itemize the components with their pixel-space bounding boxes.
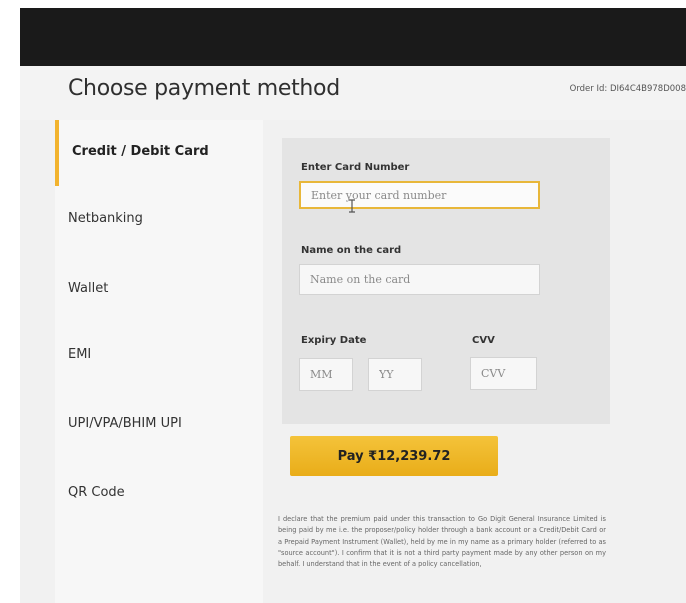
card-number-label: Enter Card Number: [301, 162, 410, 173]
sidebar-item-qr-code[interactable]: QR Code: [55, 461, 263, 527]
payment-method-sidebar: Credit / Debit Card Netbanking Wallet EM…: [55, 120, 263, 603]
sidebar-item-credit-debit-card[interactable]: Credit / Debit Card: [55, 120, 263, 186]
page-title: Choose payment method: [68, 76, 340, 101]
sidebar-item-upi[interactable]: UPI/VPA/BHIM UPI: [55, 392, 263, 458]
sidebar-item-label: UPI/VPA/BHIM UPI: [68, 416, 182, 431]
card-form-panel: Enter Card Number Name on the card Expir…: [282, 138, 610, 424]
payment-declaration: I declare that the premium paid under th…: [278, 515, 606, 569]
sidebar-item-emi[interactable]: EMI: [55, 323, 263, 389]
expiry-date-label: Expiry Date: [301, 335, 367, 346]
cvv-input[interactable]: [470, 357, 537, 390]
expiry-year-input[interactable]: [368, 358, 422, 391]
sidebar-item-label: Wallet: [68, 281, 109, 296]
cvv-label: CVV: [472, 335, 495, 346]
sidebar-item-netbanking[interactable]: Netbanking: [55, 187, 263, 253]
page-header: Choose payment method Order Id: DI64C4B9…: [20, 66, 686, 120]
top-black-bar: [20, 8, 686, 66]
expiry-month-input[interactable]: [299, 358, 353, 391]
sidebar-item-label: Credit / Debit Card: [72, 144, 209, 159]
text-cursor-icon: [349, 199, 355, 213]
sidebar-item-label: QR Code: [68, 485, 125, 500]
card-number-input[interactable]: [299, 181, 540, 209]
order-id: Order Id: DI64C4B978D008: [569, 84, 686, 94]
sidebar-item-label: EMI: [68, 347, 92, 362]
pay-button[interactable]: Pay ₹12,239.72: [290, 436, 498, 476]
active-indicator: [55, 120, 59, 186]
name-on-card-label: Name on the card: [301, 245, 402, 256]
payment-content: Enter Card Number Name on the card Expir…: [263, 120, 686, 603]
payment-page: Choose payment method Order Id: DI64C4B9…: [20, 66, 686, 603]
sidebar-item-label: Netbanking: [68, 211, 143, 226]
sidebar-item-wallet[interactable]: Wallet: [55, 257, 263, 323]
name-on-card-input[interactable]: [299, 264, 540, 295]
